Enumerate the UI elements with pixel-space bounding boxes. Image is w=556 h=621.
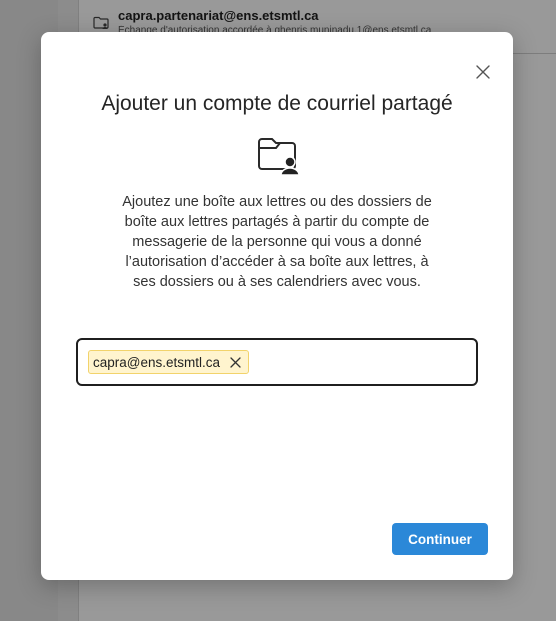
shared-folder-person-icon [255, 135, 301, 177]
recipient-chip[interactable]: capra@ens.etsmtl.ca [88, 350, 250, 374]
continue-button[interactable]: Continuer [392, 523, 488, 555]
remove-recipient-button[interactable] [228, 355, 242, 369]
recipient-chip-label: capra@ens.etsmtl.ca [93, 354, 221, 370]
dialog-title: Ajouter un compte de courriel partagé [101, 92, 453, 115]
dialog-description: Ajoutez une boîte aux lettres ou des dos… [122, 194, 432, 290]
add-shared-account-dialog: Ajouter un compte de courriel partagé Aj… [41, 32, 513, 580]
close-icon [476, 64, 490, 84]
close-icon [229, 356, 241, 368]
close-button[interactable] [473, 64, 493, 84]
shared-account-input-box[interactable]: capra@ens.etsmtl.ca [76, 338, 478, 386]
shared-account-text-input[interactable] [258, 350, 462, 374]
